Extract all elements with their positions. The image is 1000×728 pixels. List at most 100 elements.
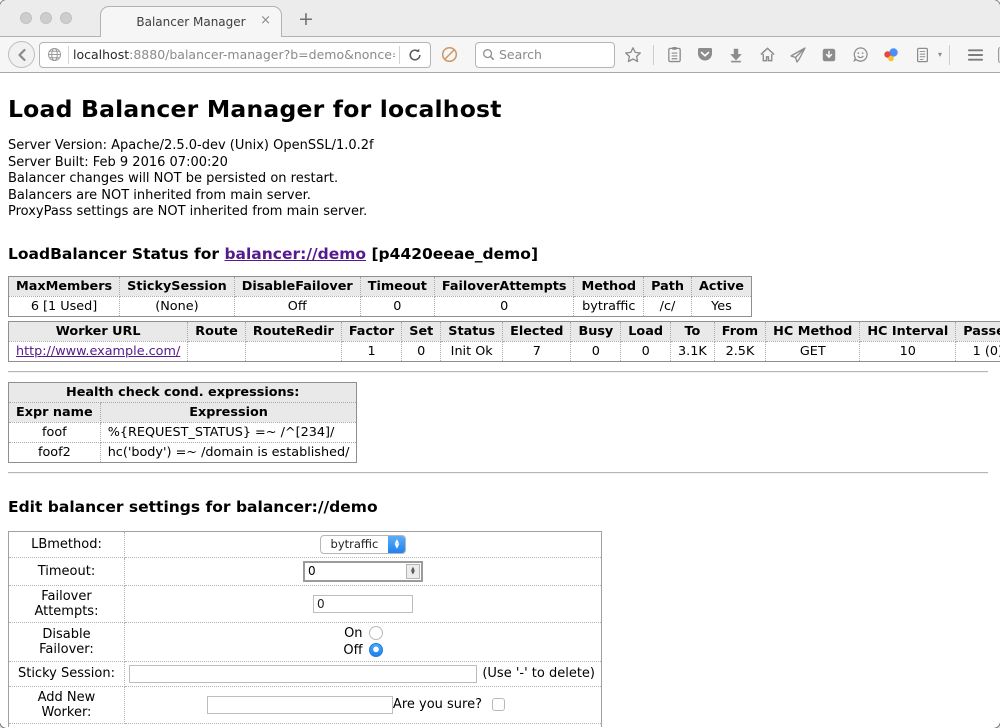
urlbar-separator — [399, 46, 400, 64]
pocket-icon[interactable] — [692, 42, 718, 68]
balancer-column-header: MaxMembers — [9, 276, 120, 296]
worker-table-data-row: http://www.example.com/10Init Ok7003.1K2… — [9, 341, 1000, 361]
lbmethod-select[interactable]: bytraffic ▲▼ — [320, 535, 407, 554]
add-worker-label: Add New Worker: — [9, 686, 125, 723]
toolbar-separator — [949, 45, 950, 65]
worker-column-header: RouteRedir — [245, 321, 341, 341]
url-text[interactable]: localhost:8880/balancer-manager?b=demo&n… — [73, 47, 395, 62]
lbmethod-selected-value: bytraffic — [321, 537, 389, 551]
minimize-window-button[interactable] — [40, 12, 52, 24]
balancer-column-header: DisableFailover — [234, 276, 360, 296]
balancer-demo-link[interactable]: balancer://demo — [224, 245, 366, 263]
timeout-cell: ▲▼ — [124, 557, 601, 585]
lbmethod-cell: bytraffic ▲▼ — [124, 531, 601, 557]
content-blocker-icon[interactable] — [436, 42, 462, 68]
health-table-row: foof %{REQUEST_STATUS} =~ /^[234]/ — [9, 422, 357, 442]
tab-title: Balancer Manager — [136, 15, 245, 29]
notebook-icon[interactable] — [909, 42, 935, 68]
clipboard-icon[interactable] — [661, 42, 687, 68]
timeout-input-wrap: ▲▼ — [303, 561, 423, 582]
select-stepper-icon: ▲▼ — [388, 535, 405, 554]
new-tab-button[interactable]: + — [298, 8, 314, 30]
health-check-table: Health check cond. expressions: Expr nam… — [8, 382, 357, 463]
are-you-sure-checkbox[interactable] — [492, 698, 505, 711]
worker-column-header: HC Interval — [860, 321, 956, 341]
urlbar-separator — [68, 46, 69, 64]
page-title: Load Balancer Manager for localhost — [8, 95, 988, 123]
failover-attempts-input[interactable] — [313, 595, 413, 613]
reload-icon[interactable] — [404, 42, 426, 68]
disable-failover-label: Disable Failover: — [9, 622, 125, 661]
add-worker-row: Add New Worker: Are you sure? — [9, 686, 602, 723]
status-heading-prefix: LoadBalancer Status for — [8, 245, 224, 263]
server-info-line: Server Version: Apache/2.5.0-dev (Unix) … — [8, 138, 988, 155]
close-window-button[interactable] — [20, 12, 32, 24]
server-info-line: Balancers are NOT inherited from main se… — [8, 188, 988, 205]
back-button[interactable] — [8, 41, 35, 68]
notebook-dropdown-caret-icon[interactable]: ▾ — [938, 50, 942, 59]
color-dots-icon[interactable] — [878, 42, 904, 68]
radio-off[interactable] — [369, 643, 383, 657]
tab-balancer-manager[interactable]: Balancer Manager × — [100, 6, 282, 37]
lbmethod-label: LBmethod: — [9, 531, 125, 557]
balancer-cell: bytraffic — [574, 296, 644, 316]
number-spinner-icon[interactable]: ▲▼ — [406, 564, 420, 579]
failover-attempts-cell — [124, 585, 601, 622]
sticky-session-label: Sticky Session: — [9, 661, 125, 686]
expr-name-cell: foof2 — [9, 442, 101, 462]
worker-cell: 0 — [621, 341, 671, 361]
submit-button[interactable]: Submit — [274, 727, 337, 728]
search-bar[interactable] — [475, 42, 615, 68]
balancer-column-header: Method — [574, 276, 644, 296]
server-info-line: ProxyPass settings are NOT inherited fro… — [8, 204, 988, 221]
menu-hamburger-icon[interactable] — [962, 42, 988, 68]
failover-attempts-label: Failover Attempts: — [9, 585, 125, 622]
worker-column-header: Busy — [571, 321, 621, 341]
downloads-icon[interactable] — [723, 42, 749, 68]
edit-balancer-form: LBmethod: bytraffic ▲▼ Timeout: ▲▼ — [8, 531, 602, 728]
worker-column-header: Worker URL — [9, 321, 188, 341]
apps-grid-icon[interactable] — [993, 42, 1000, 68]
timeout-input[interactable] — [305, 563, 405, 580]
bookmark-star-icon[interactable] — [620, 42, 646, 68]
timeout-row: Timeout: ▲▼ — [9, 557, 602, 585]
sticky-session-row: Sticky Session: (Use '-' to delete) — [9, 661, 602, 686]
save-box-icon[interactable] — [816, 42, 842, 68]
balancer-cell: Off — [234, 296, 360, 316]
health-table-header-row: Expr name Expression — [9, 402, 357, 422]
home-icon[interactable] — [754, 42, 780, 68]
server-info-line: Balancer changes will NOT be persisted o… — [8, 171, 988, 188]
radio-on[interactable] — [369, 626, 383, 640]
submit-row: Submit — [9, 723, 602, 727]
search-icon — [482, 48, 495, 61]
search-input[interactable] — [499, 47, 589, 62]
page-content: Load Balancer Manager for localhost Serv… — [0, 73, 1000, 727]
sticky-session-input[interactable] — [129, 665, 477, 683]
expression-cell: hc('body') =~ /domain is established/ — [100, 442, 357, 462]
radio-on-label: On — [343, 626, 362, 641]
worker-column-header: Route — [188, 321, 246, 341]
worker-column-header: Status — [441, 321, 503, 341]
worker-column-header: From — [714, 321, 765, 341]
window-controls — [20, 12, 72, 24]
health-table-row: foof2 hc('body') =~ /domain is establish… — [9, 442, 357, 462]
send-icon[interactable] — [785, 42, 811, 68]
tab-close-icon[interactable]: × — [260, 14, 271, 28]
add-worker-input[interactable] — [207, 696, 393, 714]
worker-column-header: Elected — [503, 321, 571, 341]
tab-bar: Balancer Manager × + — [0, 0, 1000, 36]
feedback-smiley-icon[interactable] — [847, 42, 873, 68]
balancer-cell: 6 [1 Used] — [9, 296, 120, 316]
edit-balancer-heading: Edit balancer settings for balancer://de… — [8, 498, 988, 516]
worker-url-link[interactable]: http://www.example.com/ — [16, 344, 180, 359]
balancer-column-header: StickySession — [120, 276, 235, 296]
disable-failover-row: Disable Failover: On Off — [9, 622, 602, 661]
worker-cell: 7 — [503, 341, 571, 361]
url-domain: localhost — [73, 47, 129, 62]
site-identity-globe-icon[interactable] — [44, 42, 64, 68]
worker-cell: 1 (0) — [956, 341, 1000, 361]
zoom-window-button[interactable] — [60, 12, 72, 24]
sticky-session-hint: (Use '-' to delete) — [482, 666, 597, 681]
worker-cell: 2.5K — [714, 341, 765, 361]
url-bar[interactable]: localhost:8880/balancer-manager?b=demo&n… — [39, 42, 431, 68]
